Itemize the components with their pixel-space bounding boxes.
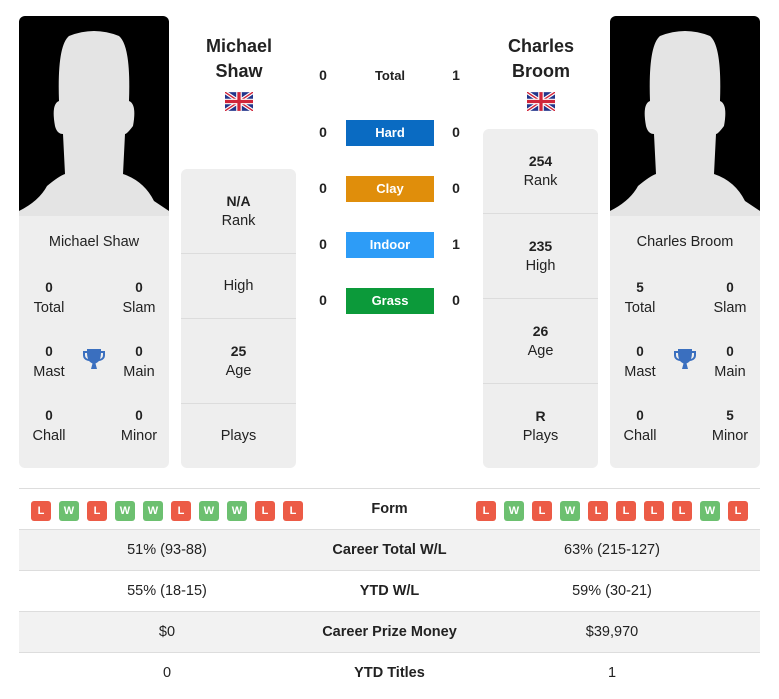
- trophy-icon: [674, 349, 696, 369]
- form-label: Form: [371, 501, 408, 517]
- surface-hard-badge: Hard: [346, 120, 434, 146]
- p1-high: High: [181, 254, 296, 319]
- player2-stats: 254 Rank 235 High 26 Age R Plays: [483, 129, 598, 468]
- form-win-badge[interactable]: W: [143, 501, 163, 521]
- form-loss-badge[interactable]: L: [283, 501, 303, 521]
- form-win-badge[interactable]: W: [560, 501, 580, 521]
- ytd-titles-label: YTD Titles: [354, 665, 425, 681]
- career-wl-label: Career Total W/L: [332, 542, 447, 558]
- p2-age: 26 Age: [483, 299, 598, 384]
- p1-prize-money: $0: [158, 624, 176, 640]
- p2-titles-mast: 0 Mast: [624, 344, 656, 380]
- h2h-total-label: Total: [374, 68, 406, 83]
- form-loss-badge[interactable]: L: [728, 501, 748, 521]
- uk-flag-icon: [225, 92, 253, 111]
- form-win-badge[interactable]: W: [199, 501, 219, 521]
- p2-titles-total: 5 Total: [624, 280, 656, 316]
- p1-titles-mast: 0 Mast: [33, 344, 65, 380]
- form-loss-badge[interactable]: L: [476, 501, 496, 521]
- p2-ytd-wl: 59% (30-21): [572, 583, 652, 599]
- form-win-badge[interactable]: W: [59, 501, 79, 521]
- p2-titles-main: 0 Main: [714, 344, 746, 380]
- form-loss-badge[interactable]: L: [672, 501, 692, 521]
- p1-ytd-wl: 55% (18-15): [127, 583, 207, 599]
- silhouette-icon: [19, 31, 169, 216]
- h2h-hard: 0 Hard 0: [300, 120, 480, 148]
- p2-titles-chall: 0 Chall: [623, 408, 657, 444]
- uk-flag-icon: [527, 92, 555, 111]
- form-win-badge[interactable]: W: [115, 501, 135, 521]
- form-loss-badge[interactable]: L: [616, 501, 636, 521]
- p1-career-wl: 51% (93-88): [127, 542, 207, 558]
- form-loss-badge[interactable]: L: [532, 501, 552, 521]
- form-loss-badge[interactable]: L: [588, 501, 608, 521]
- h2h-indoor: 0 Indoor 1: [300, 232, 480, 260]
- player1-form: LWLWWLWWLL: [31, 501, 303, 521]
- h2h-grass: 0 Grass 0: [300, 288, 480, 316]
- table-row: 0 YTD Titles 1: [19, 653, 760, 694]
- p1-titles-slam: 0 Slam: [122, 280, 156, 316]
- form-loss-badge[interactable]: L: [31, 501, 51, 521]
- player1-card: Michael Shaw 0 Total 0 Slam 0 Mast 0 Main 0C…: [19, 216, 169, 468]
- silhouette-icon: [610, 31, 760, 216]
- p1-ytd-titles: 0: [162, 665, 172, 681]
- player1-card-name: Michael Shaw: [48, 234, 140, 250]
- form-row: LWLWWLWWLL Form LWLWLLLLWL: [19, 489, 760, 530]
- table-row: 55% (18-15) YTD W/L 59% (30-21): [19, 571, 760, 612]
- player2-card-name: Charles Broom: [636, 234, 734, 250]
- p2-career-wl: 63% (215-127): [564, 542, 660, 558]
- p1-titles-total: 0 Total: [33, 280, 65, 316]
- table-row: 51% (93-88) Career Total W/L 63% (215-12…: [19, 530, 760, 571]
- form-win-badge[interactable]: W: [700, 501, 720, 521]
- form-loss-badge[interactable]: L: [644, 501, 664, 521]
- player2-photo: [610, 16, 760, 216]
- player1-name[interactable]: Michael Shaw: [179, 34, 299, 84]
- p1-titles-chall: 0 Chall: [32, 408, 66, 444]
- form-win-badge[interactable]: W: [504, 501, 524, 521]
- p1-age: 25 Age: [181, 319, 296, 404]
- p2-prize-money: $39,970: [585, 624, 639, 640]
- p2-ytd-titles: 1: [607, 665, 617, 681]
- form-loss-badge[interactable]: L: [255, 501, 275, 521]
- prize-money-label: Career Prize Money: [322, 624, 457, 640]
- table-row: $0 Career Prize Money $39,970: [19, 612, 760, 653]
- p2-titles-slam: 0 Slam: [713, 280, 747, 316]
- surface-clay-badge: Clay: [346, 176, 434, 202]
- player1-stats: N/A Rank High 25 Age Plays: [181, 169, 296, 468]
- player2-name[interactable]: Charles Broom: [481, 34, 601, 84]
- h2h-total: 0 Total 1: [300, 63, 480, 91]
- player2-form: LWLWLLLLWL: [476, 501, 748, 521]
- player2-card: Charles Broom 5 Total 0 Slam 0 Mast 0 Main 0…: [610, 216, 760, 468]
- p2-titles-minor: 5 Minor: [711, 408, 749, 444]
- p1-titles-minor: 0 Minor: [120, 408, 158, 444]
- form-loss-badge[interactable]: L: [87, 501, 107, 521]
- p1-titles-main: 0 Main: [123, 344, 155, 380]
- p2-rank: 254 Rank: [483, 129, 598, 214]
- surface-grass-badge: Grass: [346, 288, 434, 314]
- h2h-clay: 0 Clay 0: [300, 176, 480, 204]
- trophy-icon: [83, 349, 105, 369]
- p1-rank: N/A Rank: [181, 169, 296, 254]
- form-loss-badge[interactable]: L: [171, 501, 191, 521]
- comparison-table: LWLWWLWWLL Form LWLWLLLLWL 51% (93-88) C…: [19, 488, 760, 694]
- player1-photo: [19, 16, 169, 216]
- surface-indoor-badge: Indoor: [346, 232, 434, 258]
- p1-plays: Plays: [220, 428, 257, 444]
- p2-plays: R Plays: [522, 408, 559, 444]
- ytd-wl-label: YTD W/L: [359, 583, 420, 599]
- form-win-badge[interactable]: W: [227, 501, 247, 521]
- p2-high: 235 High: [483, 214, 598, 299]
